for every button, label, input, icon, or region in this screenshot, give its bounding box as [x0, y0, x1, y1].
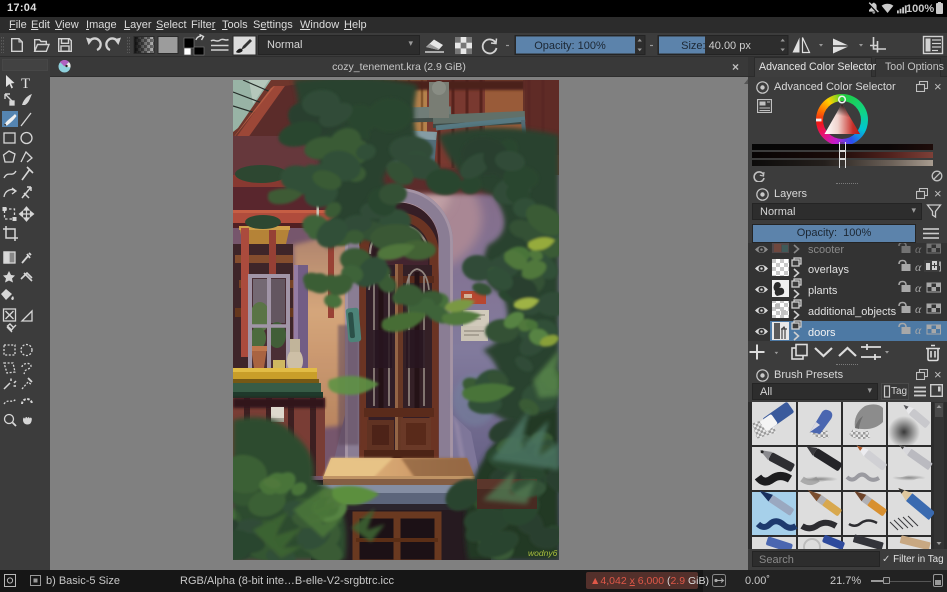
svg-text:T: T [21, 76, 30, 92]
svg-text:Opacity: 100%: Opacity: 100% [534, 40, 606, 52]
svg-text:overlays: overlays [808, 264, 849, 276]
svg-text:scooter: scooter [808, 244, 844, 256]
svg-text:wodny6: wodny6 [528, 548, 558, 558]
svg-text:plants: plants [808, 285, 838, 297]
svg-text:additional_objects: additional_objects [808, 306, 897, 318]
svg-text:doors: doors [808, 327, 836, 339]
